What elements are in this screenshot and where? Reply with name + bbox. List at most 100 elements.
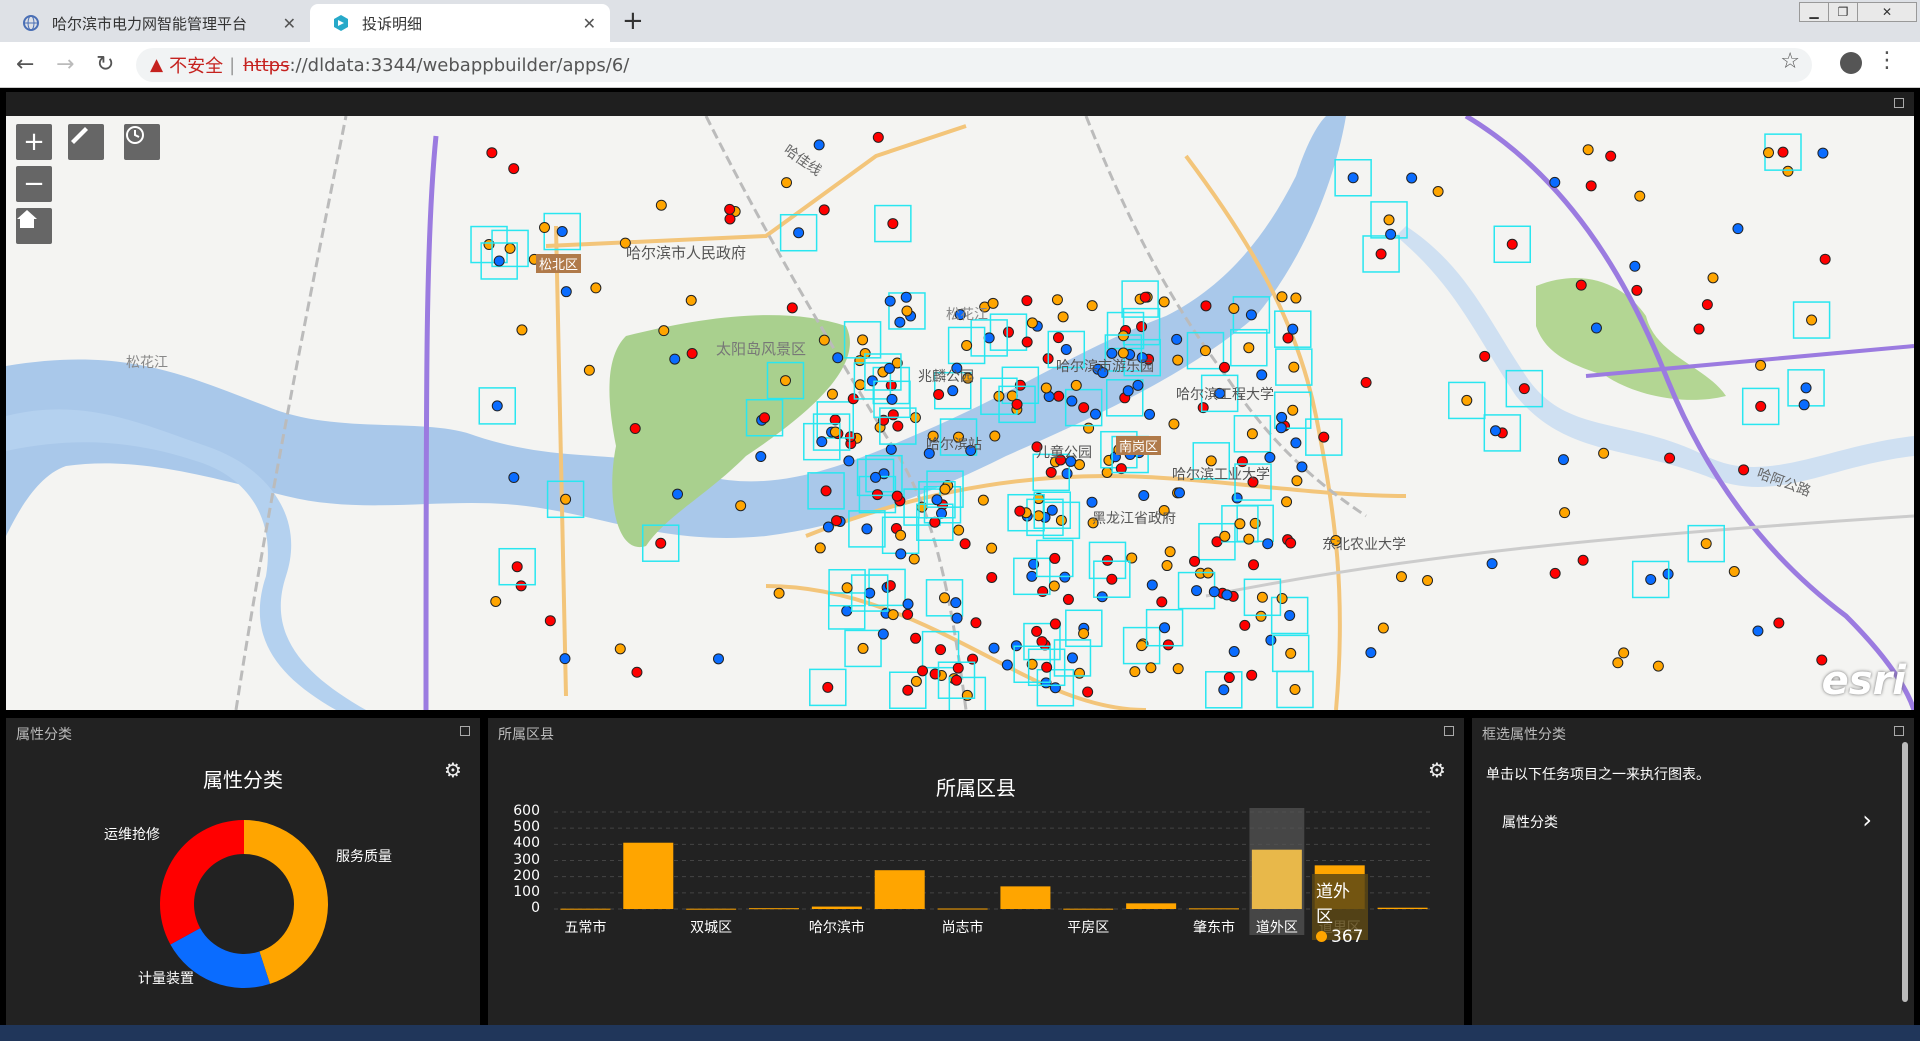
- complaint-point[interactable]: [1631, 284, 1643, 296]
- complaint-point[interactable]: [857, 642, 869, 654]
- map-view[interactable]: + − 松北区 哈尔滨市人民政府 太阳岛风景区 松花江 松花江 兆麟公园 哈尔滨…: [6, 116, 1914, 710]
- complaint-point[interactable]: [857, 334, 869, 346]
- complaint-point[interactable]: [1057, 311, 1069, 323]
- bar[interactable]: [811, 906, 862, 909]
- chevron-right-icon[interactable]: ›: [1862, 806, 1872, 834]
- complaint-point[interactable]: [1144, 408, 1156, 420]
- complaint-point[interactable]: [961, 339, 973, 351]
- complaint-point[interactable]: [583, 364, 595, 376]
- complaint-point[interactable]: [486, 147, 498, 159]
- complaint-point[interactable]: [672, 488, 684, 500]
- complaint-point[interactable]: [1701, 299, 1713, 311]
- complaint-point[interactable]: [1755, 359, 1767, 371]
- complaint-point[interactable]: [884, 295, 896, 307]
- complaint-point[interactable]: [1086, 300, 1098, 312]
- complaint-point[interactable]: [1052, 332, 1064, 344]
- complaint-point[interactable]: [1246, 428, 1258, 440]
- complaint-point[interactable]: [1728, 566, 1740, 578]
- complaint-point[interactable]: [947, 385, 959, 397]
- complaint-point[interactable]: [544, 615, 556, 627]
- complaint-point[interactable]: [1199, 345, 1211, 357]
- complaint-point[interactable]: [1228, 302, 1240, 314]
- complaint-point[interactable]: [1265, 634, 1277, 646]
- complaint-point[interactable]: [892, 420, 904, 432]
- complaint-point[interactable]: [1489, 425, 1501, 437]
- complaint-point[interactable]: [908, 553, 920, 565]
- complaint-point[interactable]: [724, 213, 736, 225]
- complaint-point[interactable]: [755, 451, 767, 463]
- complaint-point[interactable]: [1782, 165, 1794, 177]
- complaint-point[interactable]: [864, 587, 876, 599]
- complaint-point[interactable]: [1590, 322, 1602, 334]
- complaint-point[interactable]: [779, 375, 791, 387]
- complaint-point[interactable]: [951, 612, 963, 624]
- complaint-point[interactable]: [1652, 660, 1664, 672]
- complaint-point[interactable]: [1011, 398, 1023, 410]
- complaint-point[interactable]: [1288, 361, 1300, 373]
- complaint-point[interactable]: [1290, 292, 1302, 304]
- complaint-point[interactable]: [1073, 667, 1085, 679]
- complaint-point[interactable]: [1053, 390, 1065, 402]
- complaint-point[interactable]: [887, 409, 899, 421]
- complaint-point[interactable]: [902, 684, 914, 696]
- complaint-point[interactable]: [1139, 291, 1151, 303]
- complaint-point[interactable]: [1819, 253, 1831, 265]
- complaint-point[interactable]: [1806, 314, 1818, 326]
- complaint-point[interactable]: [870, 471, 882, 483]
- complaint-point[interactable]: [1290, 437, 1302, 449]
- complaint-point[interactable]: [614, 643, 626, 655]
- complaint-point[interactable]: [895, 529, 907, 541]
- complaint-point[interactable]: [1246, 669, 1258, 681]
- complaint-point[interactable]: [556, 226, 568, 238]
- complaint-point[interactable]: [1276, 592, 1288, 604]
- complaint-point[interactable]: [1161, 560, 1173, 572]
- complaint-point[interactable]: [655, 537, 667, 549]
- bar[interactable]: [1189, 908, 1239, 910]
- complaint-point[interactable]: [910, 675, 922, 687]
- complaint-point[interactable]: [629, 423, 641, 435]
- complaint-point[interactable]: [1243, 342, 1255, 354]
- complaint-point[interactable]: [818, 334, 830, 346]
- complaint-point[interactable]: [1228, 646, 1240, 658]
- complaint-point[interactable]: [786, 302, 798, 314]
- complaint-point[interactable]: [1800, 382, 1812, 394]
- complaint-point[interactable]: [1605, 150, 1617, 162]
- complaint-point[interactable]: [929, 516, 941, 528]
- close-window-icon[interactable]: ✕: [1857, 2, 1917, 22]
- complaint-point[interactable]: [1062, 593, 1074, 605]
- complaint-point[interactable]: [1040, 382, 1052, 394]
- complaint-point[interactable]: [1287, 404, 1299, 416]
- complaint-point[interactable]: [1262, 538, 1274, 550]
- complaint-point[interactable]: [917, 665, 929, 677]
- complaint-point[interactable]: [872, 131, 884, 143]
- complaint-point[interactable]: [1136, 321, 1148, 333]
- complaint-point[interactable]: [490, 595, 502, 607]
- bar[interactable]: [623, 842, 674, 909]
- complaint-point[interactable]: [1377, 622, 1389, 634]
- menu-dots-icon[interactable]: ⋮: [1876, 48, 1898, 73]
- complaint-point[interactable]: [781, 177, 793, 189]
- bar[interactable]: [1000, 886, 1051, 909]
- complaint-point[interactable]: [1173, 487, 1185, 499]
- complaint-point[interactable]: [910, 632, 922, 644]
- complaint-point[interactable]: [1629, 260, 1641, 272]
- bar[interactable]: [1063, 908, 1114, 910]
- complaint-point[interactable]: [813, 139, 825, 151]
- complaint-point[interactable]: [861, 523, 873, 535]
- complaint-point[interactable]: [1738, 464, 1750, 476]
- complaint-point[interactable]: [1318, 431, 1330, 443]
- complaint-point[interactable]: [988, 642, 1000, 654]
- complaint-point[interactable]: [631, 666, 643, 678]
- complaint-point[interactable]: [1575, 279, 1587, 291]
- complaint-point[interactable]: [1612, 657, 1624, 669]
- complaint-point[interactable]: [1221, 589, 1233, 601]
- complaint-point[interactable]: [1021, 336, 1033, 348]
- complaint-point[interactable]: [886, 393, 898, 405]
- complaint-point[interactable]: [1070, 379, 1082, 391]
- complaint-point[interactable]: [1365, 647, 1377, 659]
- complaint-point[interactable]: [559, 653, 571, 665]
- complaint-point[interactable]: [818, 204, 830, 216]
- complaint-point[interactable]: [491, 400, 503, 412]
- complaint-point[interactable]: [1817, 147, 1829, 159]
- complaint-point[interactable]: [1117, 330, 1129, 342]
